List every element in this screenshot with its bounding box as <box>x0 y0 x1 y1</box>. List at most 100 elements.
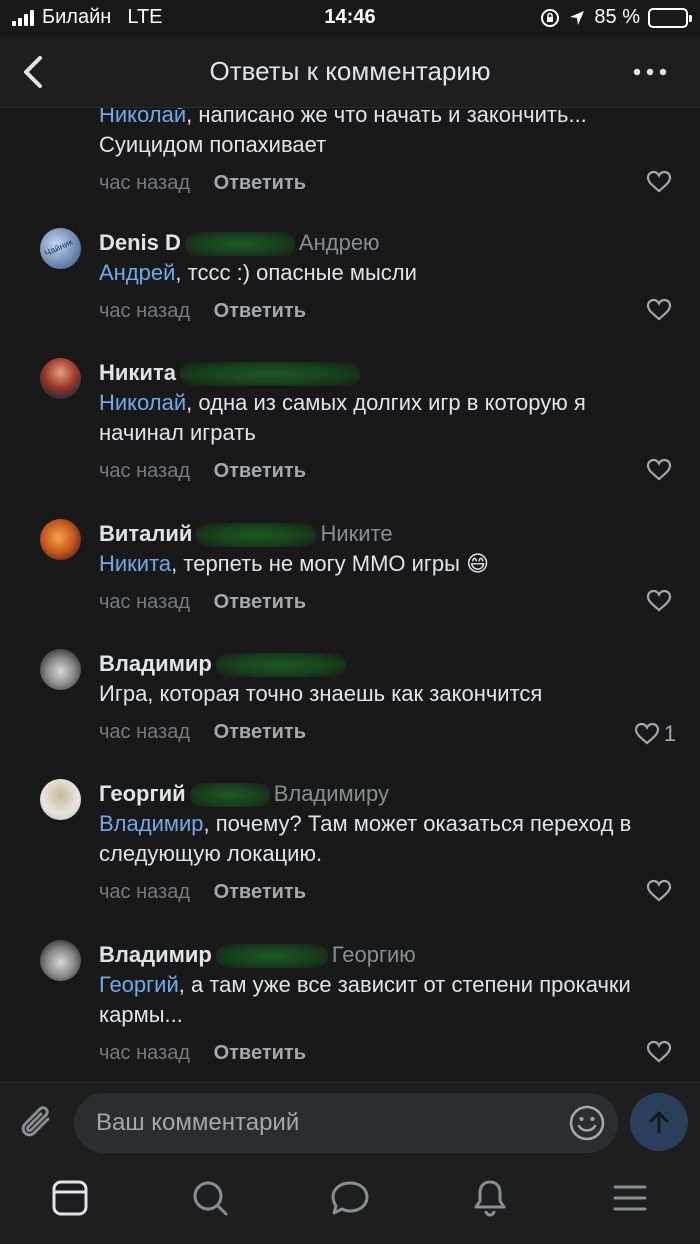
comment-body: Владимир Игра, которая точно знаешь как … <box>99 649 676 747</box>
heart-icon <box>646 458 672 481</box>
heart-icon <box>646 170 672 193</box>
comment-body: Николай, написано же что начать и законч… <box>99 100 676 198</box>
like-button[interactable] <box>646 879 676 903</box>
redaction-mark <box>196 523 317 548</box>
tab-news-feed[interactable] <box>48 1176 92 1220</box>
redaction-mark <box>215 653 346 678</box>
comment-text: Владимир, почему? Там может оказаться пе… <box>99 809 676 869</box>
orientation-lock-icon <box>541 8 560 27</box>
mention-link[interactable]: Никита <box>99 551 171 576</box>
tab-messages[interactable] <box>328 1176 372 1220</box>
like-button[interactable] <box>646 458 676 482</box>
mention-link[interactable]: Андрей <box>99 260 175 285</box>
paperclip-icon <box>21 1106 50 1137</box>
tab-bar <box>0 1162 700 1244</box>
comment-text: Николай, одна из самых долгих игр в кото… <box>99 388 676 448</box>
comment-header: Denis D Андрею <box>99 228 676 258</box>
author-name[interactable]: Георгий <box>99 781 186 806</box>
arrow-up-icon <box>649 1111 669 1134</box>
like-button[interactable] <box>646 170 676 194</box>
comment-text: Никита, терпеть не могу ММО игры 😄 <box>99 549 676 579</box>
reply-button[interactable]: Ответить <box>214 300 306 322</box>
author-name[interactable]: Владимир <box>99 651 212 676</box>
comment-text-content: , терпеть не могу ММО игры 😄 <box>171 551 490 576</box>
author-name[interactable]: Никита <box>99 360 176 385</box>
avatar[interactable]: Чайник <box>40 228 81 269</box>
notifications-bell-icon <box>474 1180 506 1217</box>
redaction-mark <box>179 362 360 387</box>
reply-button[interactable]: Ответить <box>214 172 306 194</box>
mention-link[interactable]: Владимир <box>99 811 204 836</box>
menu-icon <box>613 1185 647 1211</box>
reply-to: Андрею <box>298 230 380 255</box>
battery-percent: 85 % <box>594 6 640 28</box>
reply-button[interactable]: Ответить <box>214 721 306 743</box>
reply-to: Никите <box>320 521 393 546</box>
heart-icon <box>646 589 672 612</box>
redaction-mark <box>189 783 270 808</box>
more-horizontal-icon <box>633 68 667 76</box>
comment-header: Никита <box>99 358 676 388</box>
comment-header: Владимир <box>99 649 676 679</box>
battery-icon <box>648 7 692 28</box>
tab-search[interactable] <box>188 1176 232 1220</box>
comment-meta: час назад Ответить <box>99 587 676 617</box>
author-name[interactable]: Виталий <box>99 521 192 546</box>
redaction-mark <box>215 944 328 969</box>
like-button[interactable] <box>646 589 676 613</box>
reply-button[interactable]: Ответить <box>214 591 306 613</box>
mention-link[interactable]: Георгий <box>99 972 179 997</box>
status-bar: Билайн LTE 14:46 85 % <box>0 0 700 36</box>
send-button[interactable] <box>630 1093 688 1151</box>
avatar[interactable] <box>40 940 81 981</box>
reply-button[interactable]: Ответить <box>214 1042 306 1064</box>
comment-meta: час назад Ответить <box>99 296 676 326</box>
status-right: 85 % <box>540 6 692 29</box>
search-icon <box>193 1181 228 1216</box>
comment-thread[interactable]: Николай, написано же что начать и законч… <box>0 98 700 1082</box>
reply-button[interactable]: Ответить <box>214 460 306 482</box>
mention-link[interactable]: Николай <box>99 390 186 415</box>
comment-text-content: , тссс :) опасные мысли <box>175 260 417 285</box>
comment-time: час назад <box>99 1042 191 1064</box>
avatar[interactable] <box>40 519 81 560</box>
comment-meta: час назад Ответить 1 <box>99 717 676 747</box>
comment-header: Георгий Владимиру <box>99 779 676 809</box>
comment-composer <box>0 1082 700 1162</box>
more-button[interactable] <box>632 60 668 87</box>
tab-notifications[interactable] <box>468 1176 512 1220</box>
author-name[interactable]: Владимир <box>99 942 212 967</box>
like-button[interactable] <box>646 1040 676 1064</box>
comment-body: Георгий Владимиру Владимир, почему? Там м… <box>99 779 676 907</box>
svg-text:Чайник: Чайник <box>43 237 74 259</box>
comment-text: Георгий, а там уже все зависит от степен… <box>99 970 676 1030</box>
avatar[interactable] <box>40 649 81 690</box>
heart-icon <box>646 1040 672 1063</box>
header: Ответы к комментарию <box>0 36 700 108</box>
like-button[interactable]: 1 <box>634 719 676 749</box>
author-name[interactable]: Denis D <box>99 230 181 255</box>
heart-icon <box>634 722 659 745</box>
comment-header: Владимир Георгию <box>99 940 676 970</box>
comment-meta: час назад Ответить <box>99 877 676 907</box>
comment-time: час назад <box>99 460 191 482</box>
comment-input[interactable] <box>74 1093 618 1153</box>
emoji-button[interactable] <box>568 1104 606 1142</box>
comment-meta: час назад Ответить <box>99 168 676 198</box>
reply-to: Георгию <box>331 942 416 967</box>
attach-button[interactable] <box>18 1101 58 1145</box>
comment-header: Виталий Никите <box>99 519 676 549</box>
reply-button[interactable]: Ответить <box>214 881 306 903</box>
avatar[interactable] <box>40 779 81 820</box>
tab-menu[interactable] <box>608 1176 652 1220</box>
heart-icon <box>646 879 672 902</box>
comment-text-content: , а там уже все зависит от степени прока… <box>99 972 631 1027</box>
comment-text: Андрей, тссс :) опасные мысли <box>99 258 676 288</box>
page-title: Ответы к комментарию <box>209 56 491 86</box>
comment-time: час назад <box>99 881 191 903</box>
comment-meta: час назад Ответить <box>99 1038 676 1068</box>
avatar[interactable] <box>40 358 81 399</box>
comment-text: Николай, написано же что начать и законч… <box>99 100 676 160</box>
like-button[interactable] <box>646 298 676 322</box>
comment-body: Виталий Никите Никита, терпеть не могу ММ… <box>99 519 676 617</box>
